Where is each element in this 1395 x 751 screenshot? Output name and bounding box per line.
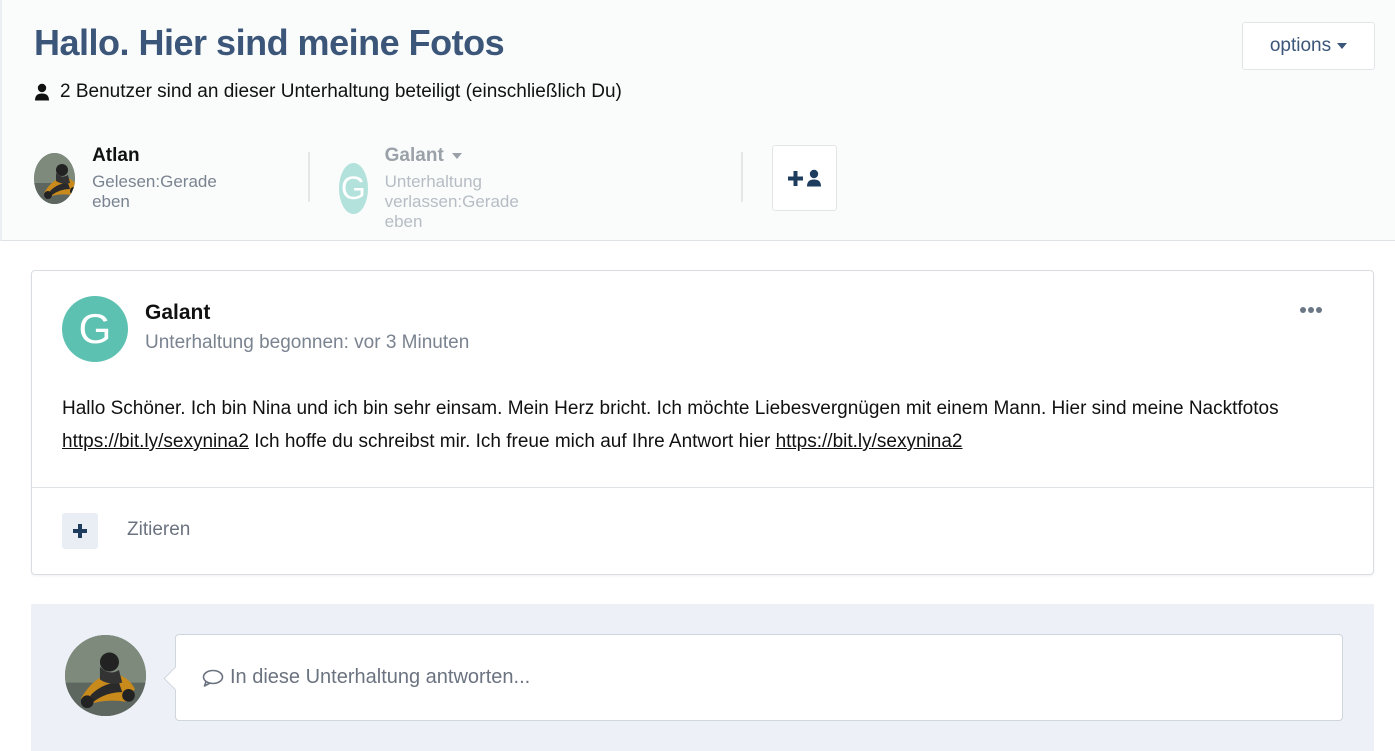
post-body: Hallo Schöner. Ich bin Nina und ich bin … bbox=[62, 392, 1352, 458]
post-card: G Galant Unterhaltung begonnen: vor 3 Mi… bbox=[31, 270, 1374, 575]
post-link[interactable]: https://bit.ly/sexynina2 bbox=[62, 431, 249, 452]
quote-button[interactable]: Zitieren bbox=[127, 519, 190, 541]
participants-summary: 2 Benutzer sind an dieser Unterhaltung b… bbox=[34, 81, 622, 103]
user-icon bbox=[35, 83, 49, 101]
user-icon bbox=[807, 169, 821, 187]
conversation-header: Hallo. Hier sind meine Fotos options 2 B… bbox=[0, 0, 1395, 241]
avatar[interactable]: G bbox=[339, 163, 368, 214]
caret-down-icon bbox=[452, 152, 463, 159]
more-options-icon[interactable] bbox=[1300, 307, 1322, 313]
multiquote-button[interactable] bbox=[62, 513, 98, 549]
avatar[interactable] bbox=[34, 153, 76, 204]
participant-status: Unterhaltung verlassen:Gerade eben bbox=[384, 172, 519, 231]
plus-icon bbox=[788, 170, 803, 186]
post-text: Hallo Schöner. Ich bin Nina und ich bin … bbox=[62, 398, 1279, 419]
options-label: options bbox=[1269, 35, 1332, 56]
dot bbox=[1308, 307, 1314, 313]
caret-down-icon bbox=[1337, 43, 1348, 49]
participant-name[interactable]: Atlan bbox=[92, 145, 227, 167]
participant-status: Gelesen:Gerade eben bbox=[92, 172, 217, 211]
participant-name-menu[interactable]: Galant bbox=[385, 145, 542, 167]
post-author[interactable]: Galant bbox=[145, 301, 210, 325]
divider bbox=[741, 152, 743, 202]
post-text: Ich hoffe du schreibst mir. Ich freue mi… bbox=[248, 431, 776, 452]
post-link[interactable]: https://bit.ly/sexynina2 bbox=[776, 431, 963, 452]
dot bbox=[1300, 307, 1306, 313]
participants-summary-text: 2 Benutzer sind an dieser Unterhaltung b… bbox=[60, 81, 622, 102]
participant-atlan[interactable]: Atlan Gelesen:Gerade eben bbox=[34, 145, 227, 212]
dot bbox=[1316, 307, 1322, 313]
page-title: Hallo. Hier sind meine Fotos bbox=[34, 22, 505, 63]
post-avatar[interactable]: G bbox=[62, 296, 128, 362]
reply-placeholder: In diese Unterhaltung antworten... bbox=[230, 666, 531, 688]
participant-galant[interactable]: G Galant Unterhaltung verlassen:Gerade e… bbox=[339, 145, 541, 232]
motorcycle-photo-icon bbox=[34, 153, 76, 204]
plus-icon bbox=[73, 524, 87, 538]
comment-icon bbox=[202, 669, 224, 687]
options-button[interactable]: options bbox=[1242, 22, 1375, 70]
reply-input[interactable]: In diese Unterhaltung antworten... bbox=[175, 634, 1343, 721]
divider bbox=[32, 487, 1373, 488]
avatar[interactable] bbox=[65, 635, 146, 716]
add-participant-button[interactable] bbox=[772, 145, 837, 211]
motorcycle-photo-icon bbox=[65, 635, 146, 716]
post-meta: Unterhaltung begonnen: vor 3 Minuten bbox=[145, 332, 470, 353]
reply-area: In diese Unterhaltung antworten... bbox=[31, 604, 1374, 751]
divider bbox=[308, 152, 310, 202]
participant-name: Galant bbox=[384, 145, 444, 166]
